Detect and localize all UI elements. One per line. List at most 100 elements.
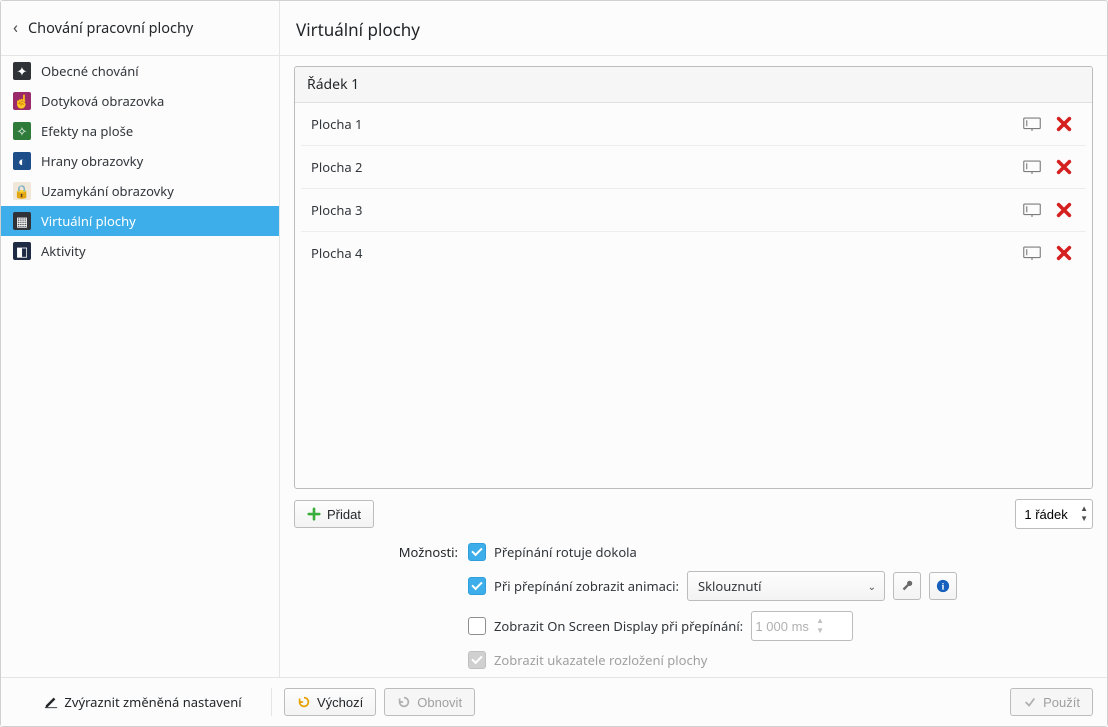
options-form: Možnosti: Přepínání rotuje dokola Při př… xyxy=(294,543,1093,669)
highlight-changed-button[interactable]: Zvýraznit změněná nastavení xyxy=(15,688,272,716)
sidebar-item-general[interactable]: ✦ Obecné chování xyxy=(1,56,279,86)
spinner-up-icon: ▲ xyxy=(816,617,824,625)
rename-icon xyxy=(1023,160,1041,174)
rename-button[interactable] xyxy=(1020,244,1044,262)
desktop-list: Řádek 1 Plocha 1 Plocha 2 xyxy=(294,66,1093,489)
sidebar-item-label: Obecné chování xyxy=(41,62,139,80)
content-body: Řádek 1 Plocha 1 Plocha 2 xyxy=(280,56,1107,677)
sidebar-item-touch[interactable]: ☝ Dotyková obrazovka xyxy=(1,86,279,116)
remove-button[interactable] xyxy=(1052,158,1076,176)
rename-button[interactable] xyxy=(1020,201,1044,219)
osd-duration-value xyxy=(752,618,812,635)
sidebar-item-lock[interactable]: 🔒 Uzamykání obrazovky xyxy=(1,176,279,206)
spinner-down-icon[interactable]: ▼ xyxy=(1080,515,1088,523)
rename-button[interactable] xyxy=(1020,158,1044,176)
sidebar-item-label: Hrany obrazovky xyxy=(41,152,143,170)
wrench-icon xyxy=(900,579,914,593)
option-wraparound: Přepínání rotuje dokola xyxy=(468,543,1089,561)
undo-icon xyxy=(397,695,411,709)
row-count-spinner[interactable]: ▲ ▼ xyxy=(1015,499,1093,529)
show-osd-label[interactable]: Zobrazit On Screen Display při přepínání… xyxy=(494,617,743,635)
animation-combo[interactable]: Sklouznutí ⌄ xyxy=(687,571,885,601)
close-x-icon xyxy=(1055,201,1073,219)
options-heading: Možnosti: xyxy=(294,543,468,561)
rename-icon xyxy=(1023,203,1041,217)
option-show-osd: Zobrazit On Screen Display při přepínání… xyxy=(468,611,1089,641)
sidebar-item-activities[interactable]: ◧ Aktivity xyxy=(1,236,279,266)
desktop-row[interactable]: Plocha 2 xyxy=(301,146,1086,189)
sidebar-item-virtual-desktops[interactable]: ▦ Virtuální plochy xyxy=(1,206,279,236)
chevron-down-icon: ⌄ xyxy=(860,579,884,593)
sidebar-item-label: Efekty na ploše xyxy=(41,122,133,140)
bottom-bar: Zvýraznit změněná nastavení Výchozí Obno… xyxy=(1,677,1107,726)
reset-button: Obnovit xyxy=(384,688,475,716)
desktop-name: Plocha 4 xyxy=(311,244,1012,262)
close-x-icon xyxy=(1055,115,1073,133)
osd-duration-spinner: ▲ ▼ xyxy=(751,611,853,641)
desktop-row[interactable]: Plocha 3 xyxy=(301,189,1086,232)
row-count-value[interactable] xyxy=(1016,506,1076,523)
option-show-animation: Při přepínání zobrazit animaci: Sklouznu… xyxy=(468,571,1089,601)
show-animation-label[interactable]: Při přepínání zobrazit animaci: xyxy=(494,577,679,595)
plus-icon xyxy=(307,507,321,521)
highlight-changed-label: Zvýraznit změněná nastavení xyxy=(64,693,241,711)
activities-icon: ◧ xyxy=(13,242,31,260)
page-title: Virtuální plochy xyxy=(280,1,1107,56)
effects-icon: ✧ xyxy=(13,122,31,140)
defaults-button[interactable]: Výchozí xyxy=(284,688,376,716)
breadcrumb-title: Chování pracovní plochy xyxy=(28,18,193,38)
animation-configure-button[interactable] xyxy=(893,572,921,600)
rename-button[interactable] xyxy=(1020,115,1044,133)
lock-icon: 🔒 xyxy=(13,182,31,200)
wraparound-checkbox[interactable] xyxy=(468,543,486,561)
add-desktop-button[interactable]: Přidat xyxy=(294,500,374,528)
svg-text:i: i xyxy=(942,582,945,593)
wraparound-label[interactable]: Přepínání rotuje dokola xyxy=(494,543,637,561)
sidebar-list: ✦ Obecné chování ☝ Dotyková obrazovka ✧ … xyxy=(1,56,279,677)
edges-icon: ◐ xyxy=(13,152,31,170)
sidebar-item-edges[interactable]: ◐ Hrany obrazovky xyxy=(1,146,279,176)
apply-label: Použít xyxy=(1043,695,1080,710)
apply-button: Použít xyxy=(1010,688,1093,716)
reset-label: Obnovit xyxy=(417,695,462,710)
desktop-name: Plocha 1 xyxy=(311,115,1012,133)
below-list-row: Přidat ▲ ▼ xyxy=(294,499,1093,529)
sidebar: ‹ Chování pracovní plochy ✦ Obecné chová… xyxy=(1,1,280,677)
desktop-name: Plocha 3 xyxy=(311,201,1012,219)
spinner-arrows: ▲ ▼ xyxy=(1076,505,1092,523)
content: Virtuální plochy Řádek 1 Plocha 1 xyxy=(280,1,1107,677)
sidebar-breadcrumb[interactable]: ‹ Chování pracovní plochy xyxy=(1,1,279,56)
remove-button[interactable] xyxy=(1052,244,1076,262)
show-animation-checkbox[interactable] xyxy=(468,577,486,595)
close-x-icon xyxy=(1055,244,1073,262)
option-show-layout-indicator: Zobrazit ukazatele rozložení plochy xyxy=(468,651,1089,669)
check-icon xyxy=(1023,695,1037,709)
remove-button[interactable] xyxy=(1052,115,1076,133)
sidebar-item-label: Aktivity xyxy=(41,242,86,260)
close-x-icon xyxy=(1055,158,1073,176)
remove-button[interactable] xyxy=(1052,201,1076,219)
animation-combo-value: Sklouznutí xyxy=(688,577,860,595)
top-area: ‹ Chování pracovní plochy ✦ Obecné chová… xyxy=(1,1,1107,677)
defaults-label: Výchozí xyxy=(317,695,363,710)
pencil-icon xyxy=(44,695,58,709)
sidebar-item-label: Virtuální plochy xyxy=(41,212,136,230)
spinner-arrows: ▲ ▼ xyxy=(812,617,828,635)
back-chevron-icon[interactable]: ‹ xyxy=(13,19,18,35)
add-desktop-label: Přidat xyxy=(327,507,361,522)
rename-icon xyxy=(1023,117,1041,131)
general-icon: ✦ xyxy=(13,62,31,80)
settings-window: ‹ Chování pracovní plochy ✦ Obecné chová… xyxy=(0,0,1108,727)
touch-icon: ☝ xyxy=(13,92,31,110)
sidebar-item-label: Uzamykání obrazovky xyxy=(41,182,174,200)
undo-arrow-icon xyxy=(297,695,311,709)
spinner-up-icon[interactable]: ▲ xyxy=(1080,505,1088,513)
animation-info-button[interactable]: i xyxy=(929,572,957,600)
sidebar-item-effects[interactable]: ✧ Efekty na ploše xyxy=(1,116,279,146)
show-osd-checkbox[interactable] xyxy=(468,617,486,635)
desktop-rows: Plocha 1 Plocha 2 xyxy=(295,103,1092,274)
rename-icon xyxy=(1023,246,1041,260)
desktop-row[interactable]: Plocha 4 xyxy=(301,232,1086,274)
desktop-row[interactable]: Plocha 1 xyxy=(301,103,1086,146)
sidebar-item-label: Dotyková obrazovka xyxy=(41,92,164,110)
